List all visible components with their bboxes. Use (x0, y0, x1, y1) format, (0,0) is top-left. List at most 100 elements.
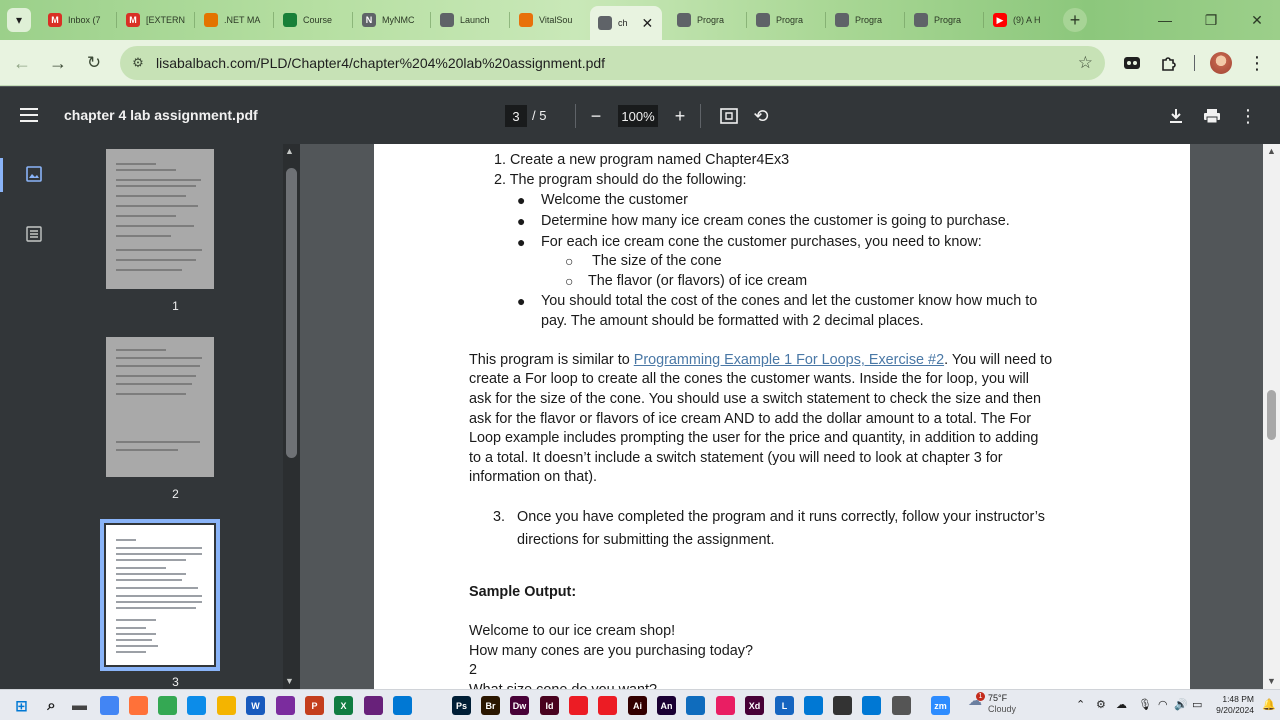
browser-tab[interactable]: Progra (669, 6, 743, 34)
taskbar-app-icon[interactable]: zm (931, 696, 950, 715)
url-text[interactable]: lisabalbach.com/PLD/Chapter4/chapter%204… (156, 55, 605, 71)
taskbar-app-icon[interactable]: W (246, 696, 265, 715)
taskbar-app-icon[interactable]: ▬ (70, 696, 89, 715)
tab-search-chevron-icon[interactable]: ▾ (7, 8, 31, 32)
tray-overflow-icon[interactable]: ⌃ (1076, 698, 1085, 711)
scrollbar-thumb[interactable] (1267, 390, 1276, 440)
cloud-sync-icon[interactable]: ☁ (1116, 698, 1127, 711)
taskbar-app-icon[interactable]: X (334, 696, 353, 715)
taskbar-app-icon[interactable] (686, 696, 705, 715)
taskbar-app-icon[interactable] (187, 696, 206, 715)
browser-tab[interactable]: Launch (432, 6, 506, 34)
address-bar[interactable]: ⚙ lisabalbach.com/PLD/Chapter4/chapter%2… (120, 46, 1105, 80)
close-tab-icon[interactable]: ✕ (642, 15, 654, 32)
taskbar-app-icon[interactable]: ⊞ (12, 696, 31, 715)
page-thumbnail-2[interactable] (106, 337, 214, 477)
reload-icon[interactable]: ↻ (80, 49, 108, 77)
browser-tab[interactable]: N MyNMC (354, 6, 428, 34)
browser-tab[interactable]: M Inbox (7 (40, 6, 114, 34)
taskbar-app-icon[interactable]: ⌕ (42, 696, 61, 715)
taskbar-app-icon[interactable] (393, 696, 412, 715)
taskbar-app-icon[interactable] (862, 696, 881, 715)
taskbar-app-icon[interactable] (833, 696, 852, 715)
taskbar-app-icon[interactable] (158, 696, 177, 715)
taskbar-app-icon[interactable] (892, 696, 911, 715)
sidebar-menu-icon[interactable] (20, 104, 44, 128)
sub-bullet-item: The flavor (or flavors) of ice cream (588, 273, 808, 289)
weather-widget[interactable]: ☁ 1 75°F Cloudy (968, 692, 1016, 715)
browser-tab[interactable]: VitalSou (511, 6, 585, 34)
close-window-button[interactable]: ✕ (1234, 0, 1280, 40)
document-scrollbar[interactable]: ▲ ▼ (1263, 144, 1280, 689)
taskbar-app-icon[interactable]: Ps (452, 696, 471, 715)
minimize-button[interactable]: — (1142, 0, 1188, 40)
scroll-up-icon[interactable]: ▲ (285, 146, 294, 156)
taskbar-app-icon[interactable] (364, 696, 383, 715)
taskbar-app-icon[interactable] (276, 696, 295, 715)
browser-tab[interactable]: Progra (827, 6, 901, 34)
site-info-icon[interactable]: ⚙ (120, 55, 156, 71)
rotate-icon[interactable]: ⟲ (748, 103, 774, 129)
taskbar-app-icon[interactable]: P (305, 696, 324, 715)
zoom-in-icon[interactable]: + (667, 103, 693, 129)
sub-bullet-icon: ○ (565, 253, 574, 269)
taskbar-app-icon[interactable] (598, 696, 617, 715)
outline-view-icon[interactable] (20, 220, 48, 248)
restore-button[interactable]: ❐ (1188, 0, 1234, 40)
scroll-up-icon[interactable]: ▲ (1267, 146, 1276, 156)
system-clock[interactable]: 1:48 PM 9/20/2024 (1210, 694, 1254, 716)
browser-tab[interactable]: .NET MA (196, 6, 270, 34)
page-thumbnail-1[interactable] (106, 149, 214, 289)
print-icon[interactable] (1199, 103, 1225, 129)
taskbar-app-icon[interactable] (217, 696, 236, 715)
back-arrow-icon[interactable]: ← (8, 49, 36, 77)
bookmark-star-icon[interactable]: ☆ (1078, 53, 1093, 73)
taskbar-app-icon[interactable]: L (775, 696, 794, 715)
taskbar-app-icon[interactable]: Ai (628, 696, 647, 715)
more-options-icon[interactable]: ⋮ (1235, 103, 1261, 129)
taskbar-app-icon[interactable]: Xd (745, 696, 764, 715)
thumbnails-view-icon[interactable] (20, 160, 48, 188)
volume-icon[interactable]: 🔊 (1174, 698, 1188, 711)
forward-arrow-icon[interactable]: → (44, 49, 72, 77)
taskbar-app-icon[interactable] (716, 696, 735, 715)
battery-icon[interactable]: ▭ (1192, 698, 1202, 711)
notification-bell-icon[interactable]: 🔔 (1262, 698, 1276, 711)
step-1: 1. Create a new program named Chapter4Ex… (494, 152, 790, 168)
taskbar-app-icon[interactable] (129, 696, 148, 715)
zoom-level-input[interactable]: 100% (618, 105, 658, 127)
taskbar-app-icon[interactable]: An (657, 696, 676, 715)
scroll-down-icon[interactable]: ▼ (1267, 676, 1276, 686)
extension-icon[interactable] (1120, 51, 1144, 75)
taskbar-app-icon[interactable]: Id (540, 696, 559, 715)
profile-avatar[interactable] (1209, 51, 1233, 75)
scroll-down-icon[interactable]: ▼ (285, 676, 294, 686)
browser-tab[interactable]: Course (275, 6, 349, 34)
taskbar-app-icon[interactable]: Br (481, 696, 500, 715)
browser-menu-icon[interactable]: ⋮ (1245, 51, 1269, 75)
fit-page-icon[interactable] (716, 103, 742, 129)
thumbnail-scrollbar[interactable]: ▲ ▼ (283, 144, 300, 689)
page-number-input[interactable]: 3 (505, 105, 527, 127)
bullet-item: Determine how many ice cream cones the c… (541, 213, 1010, 229)
document-viewport[interactable]: 1. Create a new program named Chapter4Ex… (300, 144, 1263, 689)
taskbar-app-icon[interactable] (100, 696, 119, 715)
programming-example-link[interactable]: Programming Example 1 For Loops, Exercis… (634, 352, 944, 368)
download-icon[interactable] (1163, 103, 1189, 129)
taskbar-app-icon[interactable] (804, 696, 823, 715)
browser-tab[interactable]: Progra (906, 6, 980, 34)
zoom-out-icon[interactable]: − (583, 103, 609, 129)
browser-tab[interactable]: M [EXTERN (118, 6, 192, 34)
extensions-puzzle-icon[interactable] (1157, 51, 1181, 75)
browser-tab[interactable]: ▶ (9) A H (985, 6, 1059, 34)
new-tab-button[interactable]: + (1063, 8, 1087, 32)
wifi-icon[interactable]: ◠ (1158, 698, 1168, 711)
scrollbar-thumb[interactable] (286, 168, 297, 458)
tray-app-icon[interactable]: ⚙ (1096, 698, 1106, 711)
taskbar-app-icon[interactable]: Dw (510, 696, 529, 715)
microphone-icon[interactable]: 🎙 (1138, 698, 1152, 711)
page-thumbnail-3[interactable] (100, 519, 220, 671)
browser-tab[interactable]: Progra (748, 6, 822, 34)
taskbar-app-icon[interactable] (569, 696, 588, 715)
browser-tab-active[interactable]: ch ✕ (590, 6, 662, 40)
